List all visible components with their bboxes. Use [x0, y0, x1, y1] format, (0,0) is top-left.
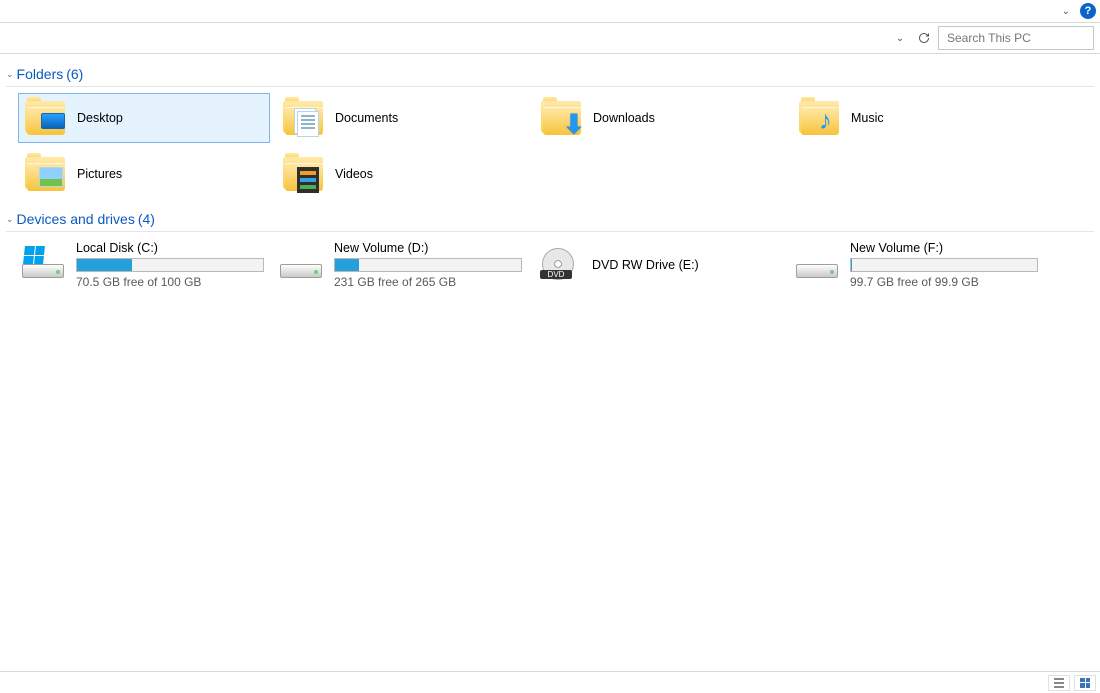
drive-free-text: 70.5 GB free of 100 GB	[76, 275, 266, 289]
ribbon-chevron-icon[interactable]: ⌄	[1058, 4, 1074, 19]
drive-name: New Volume (F:)	[850, 241, 1040, 255]
drive-item[interactable]: Local Disk (C:) 70.5 GB free of 100 GB	[18, 238, 270, 292]
folders-group-title: Folders	[17, 66, 64, 82]
drives-group-count: (4)	[138, 211, 155, 227]
folder-icon: ♪	[799, 99, 841, 137]
folder-label: Desktop	[77, 111, 123, 125]
drive-free-text: 99.7 GB free of 99.9 GB	[850, 275, 1040, 289]
drive-capacity-bar	[334, 258, 522, 272]
drive-item[interactable]: DVD DVD RW Drive (E:)	[534, 238, 786, 292]
folders-group-count: (6)	[66, 66, 83, 82]
folder-item[interactable]: ♪ Music	[792, 93, 1044, 143]
large-icons-view-button[interactable]	[1074, 675, 1096, 691]
drive-capacity-bar	[850, 258, 1038, 272]
chevron-down-icon: ⌄	[6, 69, 14, 80]
folder-item[interactable]: Desktop	[18, 93, 270, 143]
folder-label: Music	[851, 111, 884, 125]
address-history-dropdown[interactable]: ⌄	[890, 27, 910, 49]
folder-label: Videos	[335, 167, 373, 181]
drive-name: DVD RW Drive (E:)	[592, 258, 782, 272]
details-view-button[interactable]	[1048, 675, 1070, 691]
search-box[interactable]: ⌕	[938, 26, 1094, 50]
search-input[interactable]	[945, 30, 1100, 46]
folders-group-header[interactable]: ⌄ Folders (6)	[6, 54, 1094, 87]
folder-item[interactable]: Videos	[276, 149, 528, 199]
refresh-button[interactable]	[914, 27, 934, 49]
drive-item[interactable]: New Volume (D:) 231 GB free of 265 GB	[276, 238, 528, 292]
drive-item[interactable]: New Volume (F:) 99.7 GB free of 99.9 GB	[792, 238, 1044, 292]
folder-label: Pictures	[77, 167, 122, 181]
folder-icon: ⬇	[541, 99, 583, 137]
drive-free-text: 231 GB free of 265 GB	[334, 275, 524, 289]
folder-icon	[25, 155, 67, 193]
drives-group-header[interactable]: ⌄ Devices and drives (4)	[6, 199, 1094, 232]
drive-icon	[22, 246, 66, 284]
drive-icon: DVD	[538, 246, 582, 284]
folder-label: Documents	[335, 111, 398, 125]
drive-icon	[796, 246, 840, 284]
drives-group-title: Devices and drives	[17, 211, 135, 227]
folder-label: Downloads	[593, 111, 655, 125]
folder-item[interactable]: Documents	[276, 93, 528, 143]
chevron-down-icon: ⌄	[6, 214, 14, 225]
drive-name: New Volume (D:)	[334, 241, 524, 255]
drive-capacity-bar	[76, 258, 264, 272]
folder-item[interactable]: ⬇ Downloads	[534, 93, 786, 143]
drive-name: Local Disk (C:)	[76, 241, 266, 255]
folder-icon	[283, 155, 325, 193]
folder-icon	[25, 99, 67, 137]
help-icon[interactable]: ?	[1080, 3, 1096, 19]
drive-icon	[280, 246, 324, 284]
folder-icon	[283, 99, 325, 137]
folder-item[interactable]: Pictures	[18, 149, 270, 199]
